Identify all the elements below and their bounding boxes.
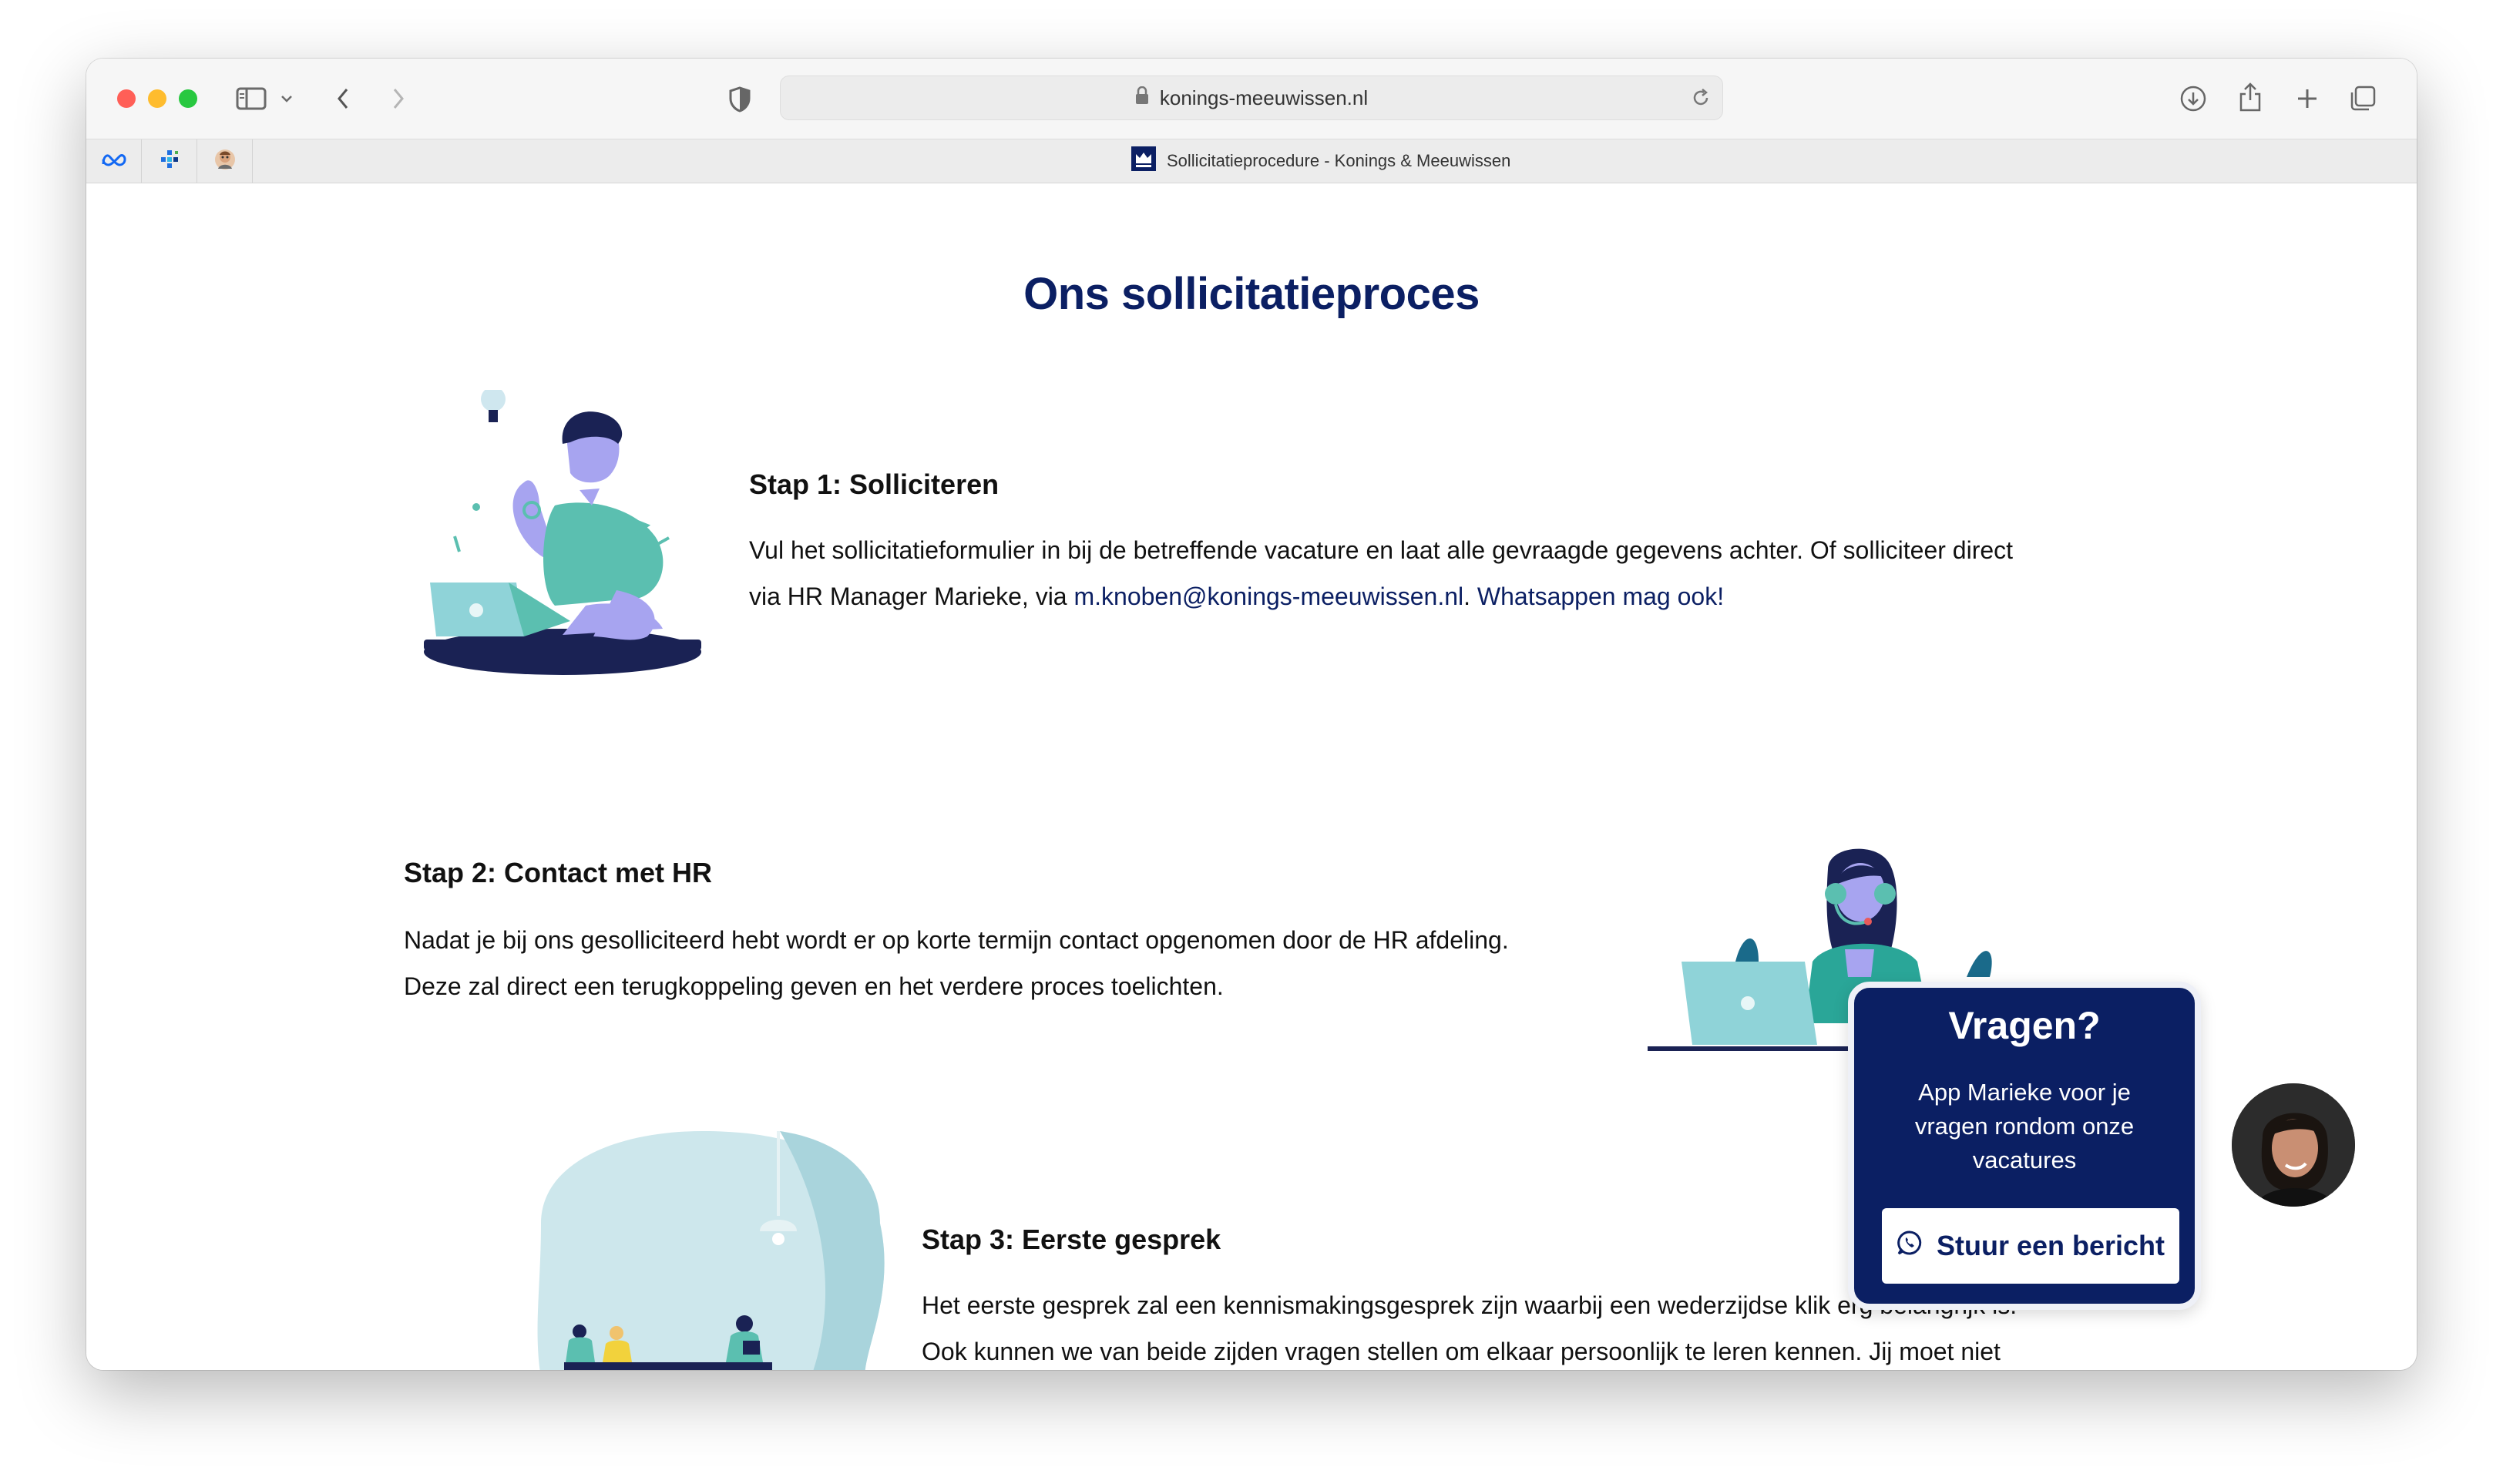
send-message-button[interactable]: Stuur een bericht	[1882, 1208, 2179, 1284]
address-bar[interactable]: konings-meeuwissen.nl	[780, 76, 1723, 120]
tab-bar: Sollicitatieprocedure - Konings & Meeuwi…	[86, 139, 2417, 183]
pinned-tab-meta[interactable]	[86, 139, 142, 183]
step1-illustration	[408, 387, 717, 683]
url-text: konings-meeuwissen.nl	[1159, 86, 1369, 109]
close-window-button[interactable]	[117, 89, 136, 108]
pinned-tab-profile[interactable]	[197, 139, 253, 183]
forward-icon[interactable]	[385, 83, 412, 114]
avatar-icon	[213, 148, 237, 175]
reload-icon[interactable]	[1690, 87, 1712, 114]
lock-icon	[1135, 86, 1149, 110]
whatsapp-icon	[1897, 1230, 1923, 1263]
site-favicon-icon	[1131, 146, 1156, 176]
step2-text: Nadat je bij ons gesolliciteerd hebt wor…	[404, 917, 1637, 1009]
tile-app-icon	[158, 148, 181, 175]
tab-overview-icon[interactable]	[2347, 83, 2378, 114]
step3-illustration	[449, 1131, 973, 1370]
zoom-window-button[interactable]	[179, 89, 197, 108]
step1-separator: .	[1463, 583, 1477, 610]
step1-text-prefix: via HR Manager Marieke, via	[749, 583, 1074, 610]
active-tab[interactable]: Sollicitatieprocedure - Konings & Meeuwi…	[1131, 139, 1510, 183]
email-link[interactable]: m.knoben@konings-meeuwissen.nl	[1073, 583, 1463, 610]
back-icon[interactable]	[330, 83, 356, 114]
step1-text-line2: via HR Manager Marieke, via m.knoben@kon…	[749, 573, 2198, 619]
whatsapp-link[interactable]: Whatsappen mag ook!	[1477, 583, 1724, 610]
step2-text-line2: Deze zal direct een terugkoppeling geven…	[404, 972, 1224, 1000]
sidebar-icon[interactable]	[234, 85, 268, 112]
share-icon[interactable]	[2235, 80, 2266, 114]
browser-toolbar: konings-meeuwissen.nl	[86, 59, 2417, 139]
whatsapp-chat-widget: Vragen? App Marieke voor je vragen rondo…	[1848, 982, 2201, 1310]
step1-title: Stap 1: Solliciteren	[749, 468, 1000, 500]
step3-text-line2: Ook kunnen we van beide zijden vragen st…	[922, 1338, 2001, 1365]
pinned-tab-app[interactable]	[142, 139, 197, 183]
step1-text-line1: Vul het sollicitatieformulier in bij de …	[749, 536, 2014, 564]
page-title: Ons sollicitatieproces	[1023, 269, 1480, 319]
minimize-window-button[interactable]	[148, 89, 166, 108]
step3-title: Stap 3: Eerste gesprek	[922, 1224, 1221, 1255]
widget-title: Vragen?	[1948, 1004, 2101, 1047]
widget-text: App Marieke voor je vragen rondom onze v…	[1914, 1079, 2135, 1173]
new-tab-icon[interactable]	[2292, 83, 2323, 114]
step2-title: Stap 2: Contact met HR	[404, 857, 713, 888]
step2-text-line1: Nadat je bij ons gesolliciteerd hebt wor…	[404, 926, 1509, 954]
send-message-label: Stuur een bericht	[1936, 1230, 2165, 1261]
tab-title-text: Sollicitatieprocedure - Konings & Meeuwi…	[1167, 151, 1511, 170]
marieke-avatar[interactable]	[2232, 1083, 2355, 1207]
page-content: Ons sollicitatieproces Stap 1: Sollicite…	[86, 183, 2417, 1370]
browser-window: konings-meeuwissen.nl Sollicitatieproced…	[86, 59, 2417, 1370]
meta-icon	[101, 152, 127, 171]
shield-icon[interactable]	[726, 85, 754, 114]
download-icon[interactable]	[2178, 83, 2209, 114]
chevron-down-icon[interactable]	[277, 88, 296, 109]
step1-text: Vul het sollicitatieformulier in bij de …	[749, 527, 2198, 619]
